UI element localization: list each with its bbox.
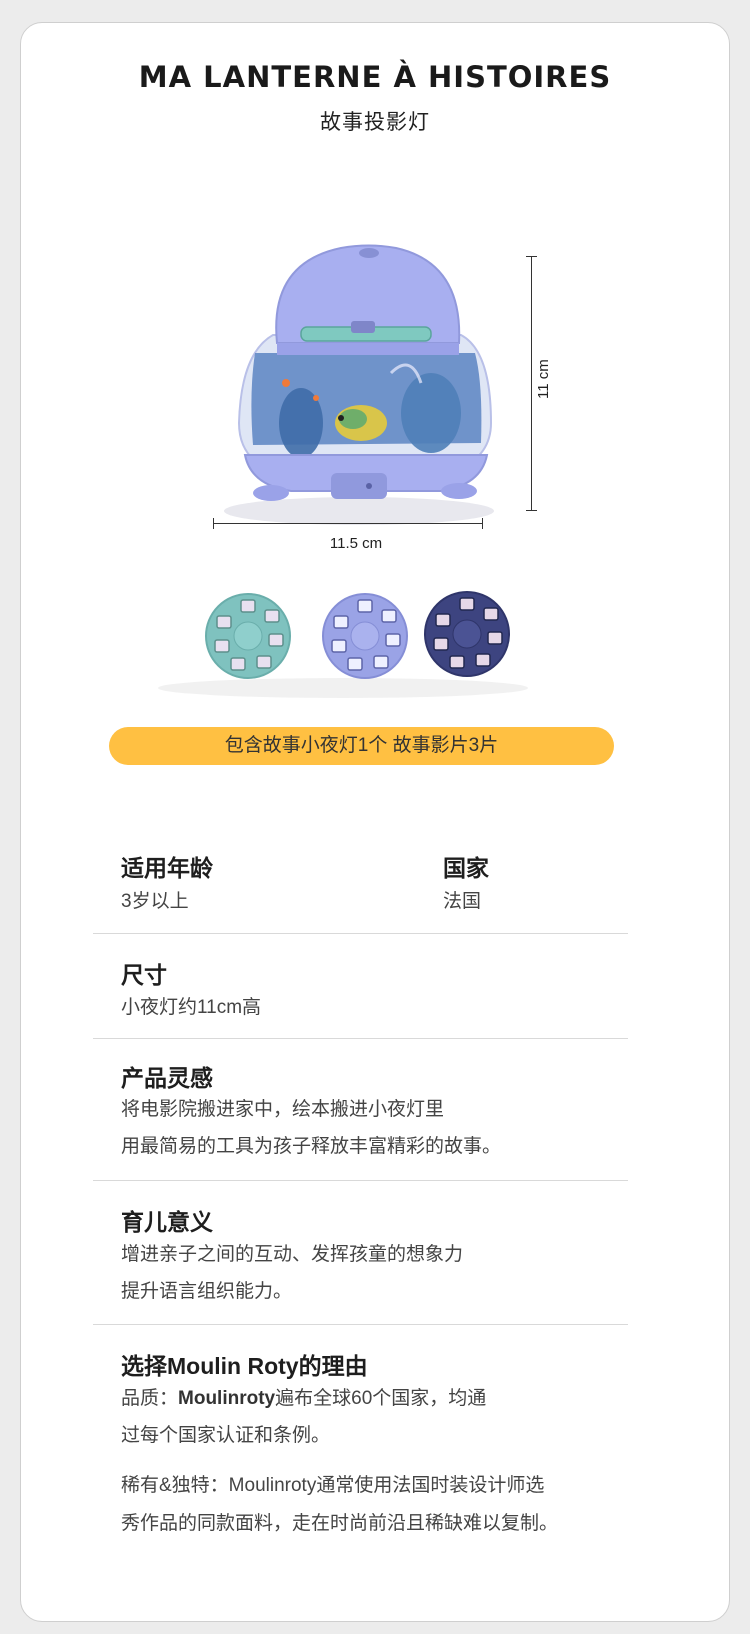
page-subtitle: 故事投影灯 xyxy=(320,111,430,134)
inspiration-line-2: 用最简易的工具为孩子释放丰富精彩的故事。 xyxy=(121,1136,502,1157)
disc-navy xyxy=(424,591,510,677)
spec-row-reasons: 选择Moulin Roty的理由 品质：Moulinroty遍布全球60个国家，… xyxy=(93,1324,628,1564)
disc-lavender xyxy=(322,593,408,679)
story-discs-illustration xyxy=(158,591,528,698)
height-dimension-label: 11 cm xyxy=(535,359,552,399)
spec-row-age-country: 适用年龄 3岁以上 国家 法国 xyxy=(93,831,628,931)
quality-line-2: 过每个国家认证和条例。 xyxy=(121,1425,331,1446)
age-label: 适用年龄 xyxy=(121,855,213,881)
meaning-line-2: 提升语言组织能力。 xyxy=(121,1281,293,1302)
reasons-label: 选择Moulin Roty的理由 xyxy=(121,1353,368,1379)
spec-row-inspiration: 产品灵感 将电影院搬进家中，绘本搬进小夜灯里 用最简易的工具为孩子释放丰富精彩的… xyxy=(93,1038,628,1180)
package-contents-badge: 包含故事小夜灯1个 故事影片3片 xyxy=(109,727,614,765)
width-dimension-label: 11.5 cm xyxy=(329,535,383,552)
quality-line-1: 品质：Moulinroty遍布全球60个国家，均通 xyxy=(121,1380,486,1417)
meaning-label: 育儿意义 xyxy=(121,1209,213,1235)
inspiration-line-1: 将电影院搬进家中，绘本搬进小夜灯里 xyxy=(121,1099,445,1120)
size-value: 小夜灯约11cm高 xyxy=(121,997,262,1018)
unique-line-1: 稀有&独特：Moulinroty通常使用法国时装设计师选 xyxy=(121,1475,545,1496)
quality-prefix: 品质： xyxy=(121,1388,179,1409)
inspiration-label: 产品灵感 xyxy=(121,1065,213,1091)
page-title: MA LANTERNE À HISTOIRES xyxy=(138,60,612,94)
country-label: 国家 xyxy=(443,855,489,881)
quality-rest: 遍布全球60个国家，均通 xyxy=(275,1388,487,1409)
age-value: 3岁以上 xyxy=(121,891,189,912)
width-dimension-line xyxy=(213,518,483,529)
size-label: 尺寸 xyxy=(121,962,167,988)
country-value: 法国 xyxy=(443,891,482,912)
lantern-illustration xyxy=(224,244,494,525)
quality-brand: Moulinroty xyxy=(178,1388,276,1409)
disc-teal xyxy=(205,593,291,679)
spec-row-meaning: 育儿意义 增进亲子之间的互动、发挥孩童的想象力 提升语言组织能力。 xyxy=(93,1180,628,1324)
spec-row-size: 尺寸 小夜灯约11cm高 xyxy=(93,933,628,1038)
product-card: MA LANTERNE À HISTOIRES 故事投影灯 11 cm 11.5… xyxy=(20,22,730,1622)
meaning-line-1: 增进亲子之间的互动、发挥孩童的想象力 xyxy=(121,1244,464,1265)
unique-line-2: 秀作品的同款面料，走在时尚前沿且稀缺难以复制。 xyxy=(121,1513,559,1534)
height-dimension-line xyxy=(526,256,537,511)
